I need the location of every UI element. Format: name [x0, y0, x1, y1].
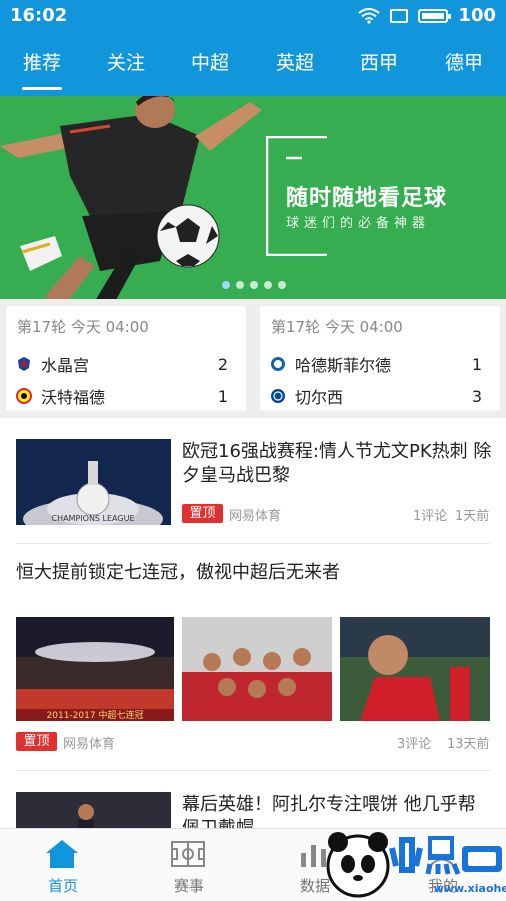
banner-pager [222, 281, 286, 289]
thumb-caption: 2011-2017 中超七连冠 [47, 709, 144, 721]
nav-label: 赛事 [173, 877, 204, 895]
banner-headline: 随时随地看足球 [286, 186, 448, 211]
news-thumbnail [16, 792, 171, 831]
tab-recommend[interactable]: 推荐 [0, 32, 84, 96]
news-source: 网易体育 [229, 509, 282, 524]
team-score: 1 [217, 386, 228, 406]
news-item[interactable]: 恒大提前锁定七连冠，傲视中超后无来者 2011-2017 中超七连冠 置顶 网易… [0, 544, 506, 770]
team-score: 2 [217, 354, 228, 374]
sim-icon [390, 8, 409, 23]
news-item[interactable]: CHAMPIONS LEAGUE 欧冠16强战赛程:情人节尤文PK热刺 除夕皇马… [0, 418, 506, 544]
wifi-icon [358, 7, 381, 24]
tab-follow[interactable]: 关注 [84, 32, 168, 96]
team-score: 1 [471, 354, 482, 374]
match-away-row: 沃特福德 1 [16, 383, 228, 409]
category-tabs: 推荐 关注 中超 英超 西甲 德甲 [0, 32, 506, 96]
tab-laliga[interactable]: 西甲 [337, 32, 421, 96]
pitch-icon [171, 841, 205, 867]
team-name: 水晶宫 [41, 356, 90, 375]
news-source: 网易体育 [63, 737, 116, 752]
match-away-row: 切尔西 3 [270, 383, 482, 409]
match-round: 第17轮 今天 04:00 [271, 318, 403, 336]
pinned-tag: 置顶 [16, 732, 57, 751]
news-item[interactable]: 幕后英雄！阿扎尔专注喂饼 他几乎帮佩卫戴帽 [0, 771, 506, 831]
battery-percent: 100 [458, 5, 496, 26]
status-bar: 16:02 100 [0, 0, 506, 32]
news-thumbnail [340, 617, 490, 721]
team-name: 哈德斯菲尔德 [295, 356, 392, 375]
banner-page-dot[interactable] [264, 281, 272, 289]
thumb-caption: CHAMPIONS LEAGUE [51, 514, 134, 523]
champions-league-image: CHAMPIONS LEAGUE [16, 439, 171, 525]
banner-subline: 球迷们的必备神器 [286, 216, 431, 231]
nav-home[interactable]: 首页 [0, 829, 126, 901]
player-closeup-image [340, 617, 490, 721]
status-icons: 100 [358, 5, 496, 26]
match-card[interactable]: 第17轮 今天 04:00 水晶宫 2 沃特福德 1 [6, 306, 246, 411]
comment-count: 3评论 [397, 737, 432, 752]
battery-icon [418, 8, 452, 23]
match-scores: 第17轮 今天 04:00 水晶宫 2 沃特福德 1 第17轮 今天 04:00 [0, 299, 506, 418]
watford-badge-icon [16, 388, 32, 404]
match-card[interactable]: 第17轮 今天 04:00 哈德斯菲尔德 1 切尔西 3 [260, 306, 500, 411]
match-home-row: 哈德斯菲尔德 1 [270, 351, 482, 377]
huddersfield-badge-icon [271, 357, 285, 371]
news-thumbnail: CHAMPIONS LEAGUE [16, 439, 171, 525]
pinned-tag: 置顶 [182, 504, 223, 523]
nav-matches[interactable]: 赛事 [126, 829, 252, 901]
nav-label: 首页 [47, 877, 78, 895]
promo-banner[interactable]: 随时随地看足球 球迷们的必备神器 [0, 96, 506, 299]
team-name: 沃特福德 [41, 388, 106, 407]
news-thumbnail: 2011-2017 中超七连冠 [16, 617, 174, 721]
news-title: 欧冠16强战赛程:情人节尤文PK热刺 除夕皇马战巴黎 [182, 441, 492, 486]
banner-page-dot[interactable] [278, 281, 286, 289]
news-thumbnail [182, 617, 332, 721]
news-time: 13天前 [447, 737, 490, 752]
tab-epl[interactable]: 英超 [253, 32, 337, 96]
tab-bundesliga[interactable]: 德甲 [422, 32, 506, 96]
watermark-url: www.xiaohei.com [434, 882, 506, 895]
banner-page-dot[interactable] [250, 281, 258, 289]
banner-page-dot[interactable] [222, 281, 230, 289]
crystal-palace-badge-icon [18, 357, 30, 371]
chelsea-badge-icon [271, 389, 285, 403]
team-score: 3 [471, 386, 482, 406]
team-photo-image [182, 617, 332, 721]
comment-count: 1评论 [413, 509, 448, 524]
trophy-celebration-image: 2011-2017 中超七连冠 [16, 617, 174, 721]
watermark-logo: www.xiaohei.com [326, 832, 506, 898]
match-round: 第17轮 今天 04:00 [17, 318, 149, 336]
home-icon [46, 840, 78, 868]
news-title: 恒大提前锁定七连冠，傲视中超后无来者 [16, 562, 340, 583]
news-time: 1天前 [455, 509, 490, 524]
status-time: 16:02 [10, 5, 68, 26]
match-home-row: 水晶宫 2 [16, 351, 228, 377]
banner-page-dot[interactable] [236, 281, 244, 289]
match-action-image [16, 792, 171, 831]
team-name: 切尔西 [295, 388, 344, 407]
tab-csl[interactable]: 中超 [168, 32, 252, 96]
